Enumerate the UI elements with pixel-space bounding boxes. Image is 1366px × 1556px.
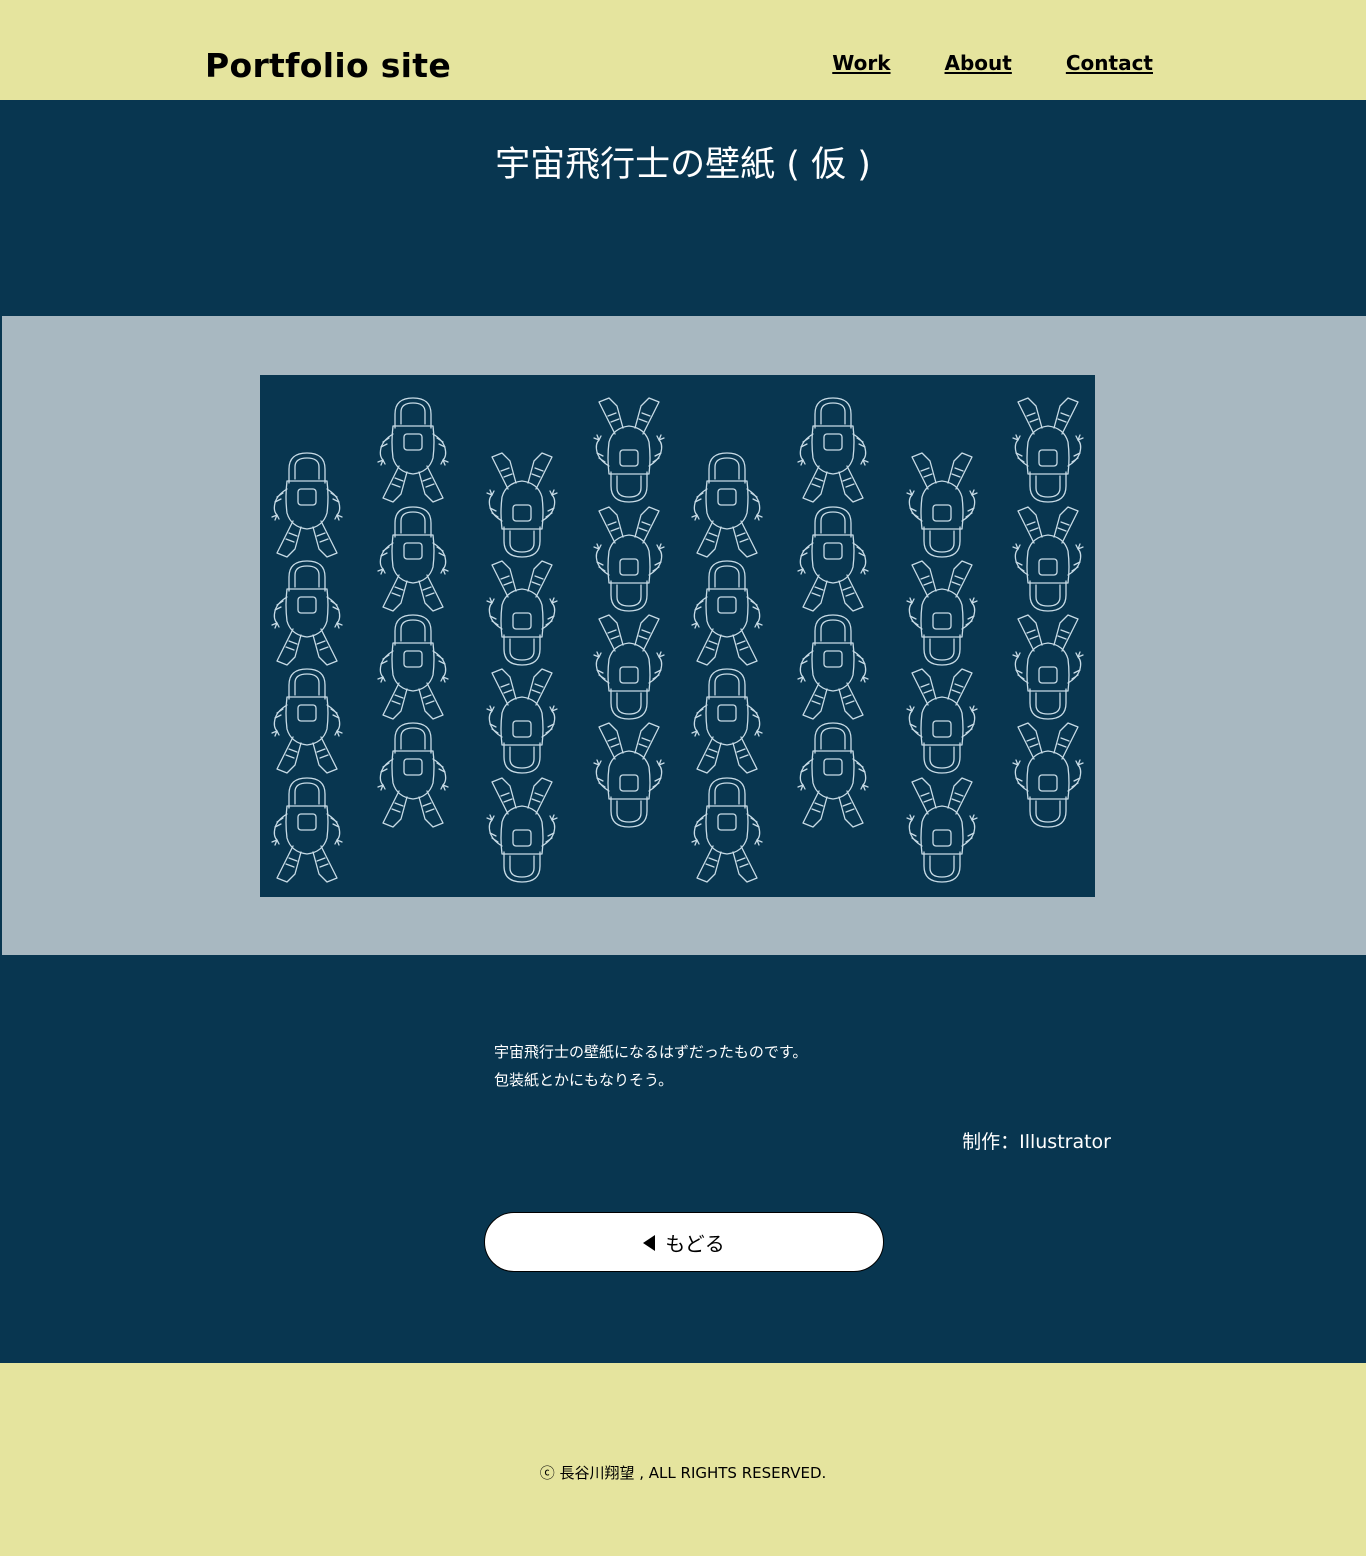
astronaut-figure — [691, 452, 763, 558]
site-header: Portfolio site Work About Contact — [0, 0, 1366, 100]
nav-link-contact[interactable]: Contact — [1066, 48, 1153, 78]
artwork-image — [260, 375, 1095, 897]
astronaut-figure — [593, 397, 665, 503]
astronaut-figure — [377, 722, 449, 828]
copyright-text: ⓒ 長谷川翔望 , ALL RIGHTS RESERVED. — [539, 1464, 827, 1482]
astronaut-figure — [797, 506, 869, 612]
triangle-left-icon — [643, 1234, 656, 1251]
astronaut-figure — [1012, 397, 1084, 503]
astronaut-figure — [691, 777, 763, 883]
astronaut-figure — [271, 777, 343, 883]
astronaut-figure — [691, 560, 763, 666]
work-title: 宇宙飛行士の壁紙 ( 仮 ) — [495, 145, 871, 185]
back-button-label: もどる — [665, 1231, 725, 1256]
astronaut-figure — [271, 668, 343, 774]
astronaut-figure — [797, 614, 869, 720]
astronaut-figure — [906, 777, 978, 883]
astronaut-figure — [593, 614, 665, 720]
gallery-section — [2, 316, 1366, 955]
astronaut-figure — [486, 560, 558, 666]
astronaut-figure — [377, 397, 449, 503]
astronaut-figure — [906, 668, 978, 774]
site-title[interactable]: Portfolio site — [205, 44, 451, 88]
nav-link-work[interactable]: Work — [832, 48, 890, 78]
astronaut-figure — [377, 614, 449, 720]
astronaut-pattern-svg — [271, 397, 1084, 883]
astronaut-figure — [271, 452, 343, 558]
astronaut-figure — [906, 560, 978, 666]
astronaut-figure — [377, 506, 449, 612]
astronaut-figure — [1012, 614, 1084, 720]
astronaut-figure — [486, 452, 558, 558]
astronaut-figure — [271, 560, 343, 666]
astronaut-figure — [691, 668, 763, 774]
astronaut-figure — [1012, 722, 1084, 828]
description-line: 包装紙とかにもなりそう。 — [494, 1071, 674, 1089]
astronaut-figure — [593, 506, 665, 612]
description-line: 宇宙飛行士の壁紙になるはずだったものです。 — [494, 1043, 808, 1061]
astronaut-figure — [486, 777, 558, 883]
astronaut-figure — [1012, 506, 1084, 612]
astronaut-figure — [593, 722, 665, 828]
back-button[interactable]: もどる — [484, 1212, 884, 1272]
work-description: 宇宙飛行士の壁紙になるはずだったものです。 包装紙とかにもなりそう。 — [494, 1038, 807, 1094]
main-nav: Work About Contact — [832, 48, 1153, 78]
production-tools: 制作：Illustrator — [962, 1131, 1111, 1153]
astronaut-figure — [797, 722, 869, 828]
astronaut-figure — [797, 397, 869, 503]
astronaut-figure — [486, 668, 558, 774]
site-footer: ⓒ 長谷川翔望 , ALL RIGHTS RESERVED. — [0, 1363, 1366, 1556]
nav-link-about[interactable]: About — [945, 48, 1012, 78]
work-title-section — [0, 100, 1366, 316]
astronaut-figure — [906, 452, 978, 558]
